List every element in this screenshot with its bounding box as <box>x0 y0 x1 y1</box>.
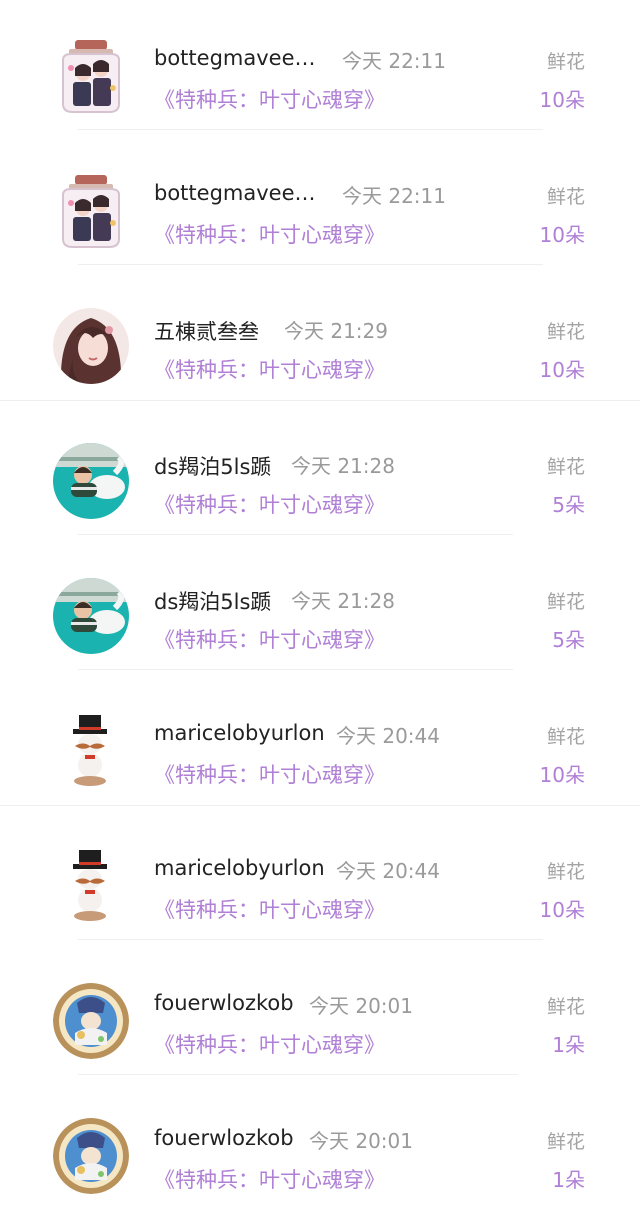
user-name[interactable]: fouerwlozkob <box>154 991 294 1015</box>
jar-avatar-icon <box>53 173 129 249</box>
user-name[interactable]: maricelobyurlon <box>154 856 325 880</box>
avatar[interactable] <box>53 443 129 519</box>
row-divider <box>78 939 543 940</box>
avatar[interactable] <box>53 1118 129 1194</box>
gift-type-label: 鲜花 <box>546 861 585 883</box>
gift-amount: 10朵 <box>539 223 585 247</box>
list-item[interactable]: ds羯泊5ls踬 今天 21:28 《特种兵：叶寸心魂穿》 鲜花 5朵 <box>0 405 640 540</box>
snowman-avatar-icon <box>53 713 129 789</box>
list-item[interactable]: fouerwlozkob 今天 20:01 《特种兵：叶寸心魂穿》 鲜花 1朵 <box>0 945 640 1080</box>
girl-avatar-icon <box>53 308 129 384</box>
row-divider <box>78 129 543 130</box>
avatar[interactable] <box>53 308 129 384</box>
row-divider <box>78 669 513 670</box>
user-name[interactable]: ds羯泊5ls踬 <box>154 451 271 481</box>
list-item[interactable]: maricelobyurlon 今天 20:44 《特种兵：叶寸心魂穿》 鲜花 … <box>0 675 640 810</box>
gift-type-label: 鲜花 <box>546 726 585 748</box>
child-pool-avatar-icon <box>53 443 129 519</box>
avatar[interactable] <box>53 848 129 924</box>
jar-avatar-icon <box>53 38 129 114</box>
list-item[interactable]: fouerwlozkob 今天 20:01 《特种兵：叶寸心魂穿》 鲜花 1朵 <box>0 1080 640 1215</box>
book-title-link[interactable]: 《特种兵：叶寸心魂穿》 <box>154 219 385 249</box>
gift-type-label: 鲜花 <box>546 1131 585 1153</box>
user-name[interactable]: bottegmavee… <box>154 46 316 70</box>
gift-amount: 10朵 <box>539 358 585 382</box>
gift-time: 今天 20:44 <box>336 859 440 883</box>
row-divider <box>78 1074 518 1075</box>
list-item[interactable]: maricelobyurlon 今天 20:44 《特种兵：叶寸心魂穿》 鲜花 … <box>0 810 640 945</box>
book-title-link[interactable]: 《特种兵：叶寸心魂穿》 <box>154 489 385 519</box>
gift-time: 今天 21:28 <box>291 589 395 613</box>
badge-avatar-icon <box>53 1118 129 1194</box>
list-item[interactable]: bottegmavee… 今天 22:11 《特种兵：叶寸心魂穿》 鲜花 10朵 <box>0 135 640 270</box>
list-item[interactable]: bottegmavee… 今天 22:11 《特种兵：叶寸心魂穿》 鲜花 10朵 <box>0 0 640 135</box>
gift-time: 今天 20:01 <box>309 994 413 1018</box>
gift-type-label: 鲜花 <box>546 51 585 73</box>
avatar[interactable] <box>53 38 129 114</box>
list-item[interactable]: 五棟贰叁叁 今天 21:29 《特种兵：叶寸心魂穿》 鲜花 10朵 <box>0 270 640 405</box>
gift-time: 今天 22:11 <box>342 49 446 73</box>
gift-type-label: 鲜花 <box>546 186 585 208</box>
child-pool-avatar-icon <box>53 578 129 654</box>
row-divider <box>78 264 543 265</box>
avatar[interactable] <box>53 173 129 249</box>
row-divider <box>78 534 513 535</box>
row-divider <box>0 805 640 806</box>
gift-amount: 10朵 <box>539 88 585 112</box>
gift-type-label: 鲜花 <box>546 456 585 478</box>
book-title-link[interactable]: 《特种兵：叶寸心魂穿》 <box>154 759 385 789</box>
book-title-link[interactable]: 《特种兵：叶寸心魂穿》 <box>154 84 385 114</box>
gift-time: 今天 20:01 <box>309 1129 413 1153</box>
book-title-link[interactable]: 《特种兵：叶寸心魂穿》 <box>154 894 385 924</box>
gift-time: 今天 21:28 <box>291 454 395 478</box>
user-name[interactable]: fouerwlozkob <box>154 1126 294 1150</box>
gift-amount: 1朵 <box>552 1168 585 1192</box>
book-title-link[interactable]: 《特种兵：叶寸心魂穿》 <box>154 624 385 654</box>
gift-time: 今天 20:44 <box>336 724 440 748</box>
book-title-link[interactable]: 《特种兵：叶寸心魂穿》 <box>154 354 385 384</box>
book-title-link[interactable]: 《特种兵：叶寸心魂穿》 <box>154 1029 385 1059</box>
gift-time: 今天 21:29 <box>284 319 388 343</box>
snowman-avatar-icon <box>53 848 129 924</box>
gift-time: 今天 22:11 <box>342 184 446 208</box>
user-name[interactable]: maricelobyurlon <box>154 721 325 745</box>
gift-type-label: 鲜花 <box>546 321 585 343</box>
user-name[interactable]: ds羯泊5ls踬 <box>154 586 271 616</box>
gift-amount: 10朵 <box>539 898 585 922</box>
row-divider <box>0 400 640 401</box>
badge-avatar-icon <box>53 983 129 1059</box>
gift-amount: 1朵 <box>552 1033 585 1057</box>
gift-type-label: 鲜花 <box>546 996 585 1018</box>
avatar[interactable] <box>53 983 129 1059</box>
book-title-link[interactable]: 《特种兵：叶寸心魂穿》 <box>154 1164 385 1194</box>
list-item[interactable]: ds羯泊5ls踬 今天 21:28 《特种兵：叶寸心魂穿》 鲜花 5朵 <box>0 540 640 675</box>
gift-amount: 10朵 <box>539 763 585 787</box>
avatar[interactable] <box>53 713 129 789</box>
gift-type-label: 鲜花 <box>546 591 585 613</box>
user-name[interactable]: 五棟贰叁叁 <box>154 316 259 346</box>
avatar[interactable] <box>53 578 129 654</box>
gift-amount: 5朵 <box>552 493 585 517</box>
gift-amount: 5朵 <box>552 628 585 652</box>
user-name[interactable]: bottegmavee… <box>154 181 316 205</box>
